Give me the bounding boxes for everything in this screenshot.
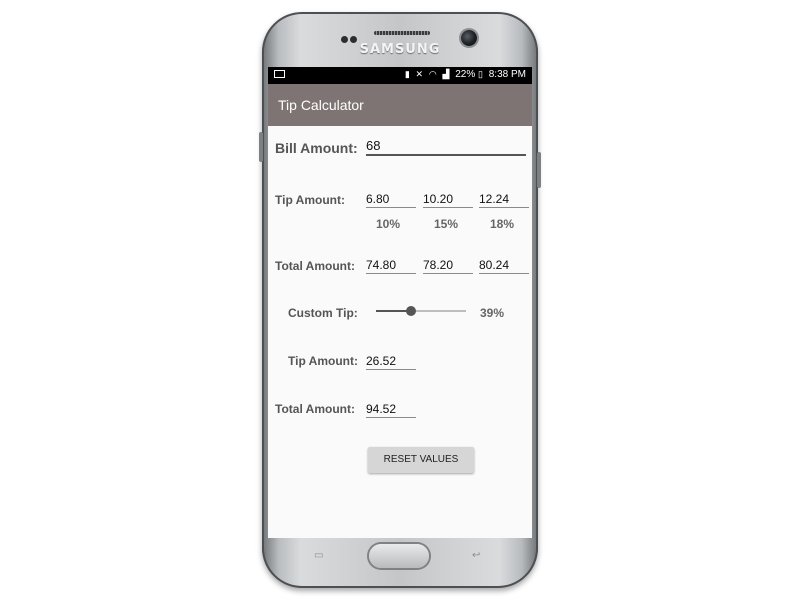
back-icon[interactable]: ↩ — [472, 550, 480, 561]
tip-18-field[interactable]: 12.24 — [479, 191, 529, 208]
percent-10-label: 10% — [376, 217, 401, 231]
screen: ▮ ✕ ◠ ▟ 22% ▯ 8:38 PM Tip Calculator Bil… — [268, 67, 532, 538]
clock: 8:38 PM — [488, 69, 526, 80]
reset-values-button[interactable]: RESET VALUES — [368, 447, 474, 473]
image-icon — [274, 70, 285, 78]
app-bar: Tip Calculator — [268, 84, 532, 126]
battery-saver-icon: ▮ — [404, 69, 410, 79]
bill-amount-label: Bill Amount: — [275, 140, 358, 156]
status-icons: ▮ ✕ ◠ ▟ 22% ▯ 8:38 PM — [405, 69, 526, 80]
brand-logo: SAMSUNG — [359, 42, 441, 57]
home-button[interactable] — [369, 544, 429, 568]
battery-icon: ▯ — [478, 69, 483, 79]
front-camera — [461, 30, 477, 46]
percent-18-label: 18% — [490, 217, 515, 231]
speaker-grille — [374, 31, 430, 35]
tip-amount-label: Tip Amount: — [275, 193, 345, 207]
custom-tip-slider[interactable] — [376, 306, 466, 316]
wifi-icon: ◠ — [428, 69, 437, 79]
total-18-field[interactable]: 80.24 — [479, 257, 529, 274]
slider-thumb[interactable] — [406, 306, 417, 316]
percent-15-label: 15% — [434, 217, 459, 231]
tip-15-field[interactable]: 10.20 — [423, 191, 473, 208]
total-10-field[interactable]: 74.80 — [366, 257, 416, 274]
total-amount-label: Total Amount: — [275, 259, 355, 273]
bill-amount-input[interactable]: 68 — [366, 138, 526, 156]
custom-total-amount-field[interactable]: 94.52 — [366, 401, 416, 418]
total-15-field[interactable]: 78.20 — [423, 257, 473, 274]
volume-button — [259, 132, 263, 162]
custom-tip-label: Custom Tip: — [288, 306, 358, 320]
custom-total-amount-label: Total Amount: — [275, 402, 355, 416]
app-title: Tip Calculator — [278, 97, 364, 113]
mute-icon: ✕ — [415, 69, 424, 79]
status-bar: ▮ ✕ ◠ ▟ 22% ▯ 8:38 PM — [268, 67, 532, 84]
custom-tip-amount-label: Tip Amount: — [288, 354, 358, 368]
recent-apps-icon[interactable]: ▭ — [314, 550, 323, 561]
tip-10-field[interactable]: 6.80 — [366, 191, 416, 208]
battery-percent: 22% — [455, 69, 476, 80]
custom-tip-percent: 39% — [480, 306, 505, 320]
power-button — [537, 152, 541, 188]
phone-frame: SAMSUNG ▮ ✕ ◠ ▟ 22% ▯ 8:38 PM Tip Calcul… — [259, 12, 541, 588]
signal-icon: ▟ — [442, 69, 450, 79]
custom-tip-amount-field[interactable]: 26.52 — [366, 353, 416, 370]
nav-bar: ▭ ↩ — [262, 538, 538, 588]
